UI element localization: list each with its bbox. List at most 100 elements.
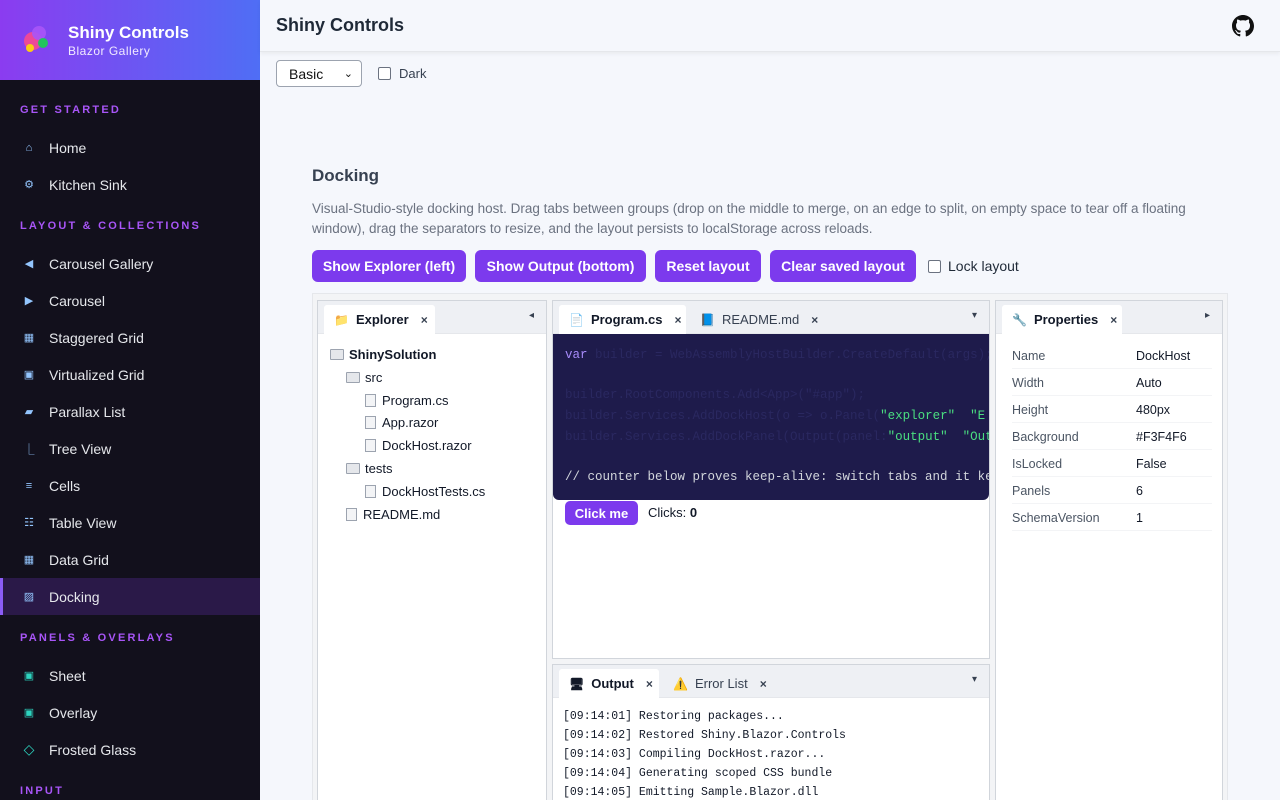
sidebar-item-label: Staggered Grid xyxy=(49,329,144,346)
close-icon[interactable]: × xyxy=(646,677,653,691)
output-panel: 🖥 Output × ⚠️ Error List × ▾ [09:14:01] … xyxy=(552,664,990,800)
reset-layout-button[interactable]: Reset layout xyxy=(655,250,761,282)
dark-mode-toggle[interactable]: Dark xyxy=(378,66,426,81)
theme-select-value: Basic xyxy=(289,65,324,82)
sidebar-item-data-grid[interactable]: ▦ Data Grid xyxy=(0,541,260,578)
code-string: "explorer" xyxy=(880,409,956,423)
tab-label: Properties xyxy=(1033,312,1099,327)
sidebar-item-label: Docking xyxy=(49,588,100,605)
tree-item[interactable]: ShinySolution xyxy=(330,345,436,363)
parallelogram-icon: ▰ xyxy=(24,406,34,418)
show-explorer-button[interactable]: Show Explorer (left) xyxy=(312,250,466,282)
properties-panel: 🔧 Properties × ▸ Name DockHost Width Auto … xyxy=(995,300,1223,800)
code-string: "Outpu xyxy=(962,430,989,444)
top-bar: Shiny Controls xyxy=(260,0,1280,52)
folder-icon: 📁 xyxy=(334,312,349,327)
table-icon: ☷ xyxy=(24,517,34,529)
property-key: Width xyxy=(1012,376,1044,390)
tree-item[interactable]: README.md xyxy=(346,505,440,523)
sidebar-item-label: Parallax List xyxy=(49,403,126,420)
log-line: [09:14:03] Compiling DockHost.razor... xyxy=(563,748,826,761)
lock-checkbox[interactable] xyxy=(928,259,941,273)
show-output-button[interactable]: Show Output (bottom) xyxy=(475,250,646,282)
tab-properties[interactable]: 🔧 Properties × xyxy=(1002,305,1122,334)
dark-checkbox[interactable] xyxy=(378,67,391,80)
collapse-left-icon[interactable]: ◂ xyxy=(529,310,534,321)
folder-icon xyxy=(330,348,344,360)
tab-output[interactable]: 🖥 Output × xyxy=(559,669,659,698)
tab-program-cs[interactable]: 📄 Program.cs × xyxy=(559,305,686,334)
sidebar-item-frosted-glass[interactable]: ◇ Frosted Glass xyxy=(0,731,260,768)
tab-menu-chevron-icon[interactable]: ▾ xyxy=(972,310,977,321)
tab-readme-md[interactable]: 📘 README.md × xyxy=(690,305,818,334)
sidebar-item-tree-view[interactable]: ⎿ Tree View xyxy=(0,430,260,467)
sidebar-item-home[interactable]: ⌂ Home xyxy=(0,129,260,166)
triangle-left-icon: ◀ xyxy=(24,258,34,270)
sidebar-item-label: Cells xyxy=(49,477,81,494)
folder-icon xyxy=(346,371,360,383)
tab-label: Program.cs xyxy=(590,312,663,327)
sidebar-item-kitchen-sink[interactable]: ⚙ Kitchen Sink xyxy=(0,166,260,203)
tree-item[interactable]: Program.cs xyxy=(365,391,448,409)
sidebar-item-staggered-grid[interactable]: ▦ Staggered Grid xyxy=(0,319,260,356)
theme-select[interactable]: Basic ⌄ xyxy=(276,60,362,87)
tab-explorer[interactable]: 📁 Explorer × xyxy=(324,305,435,334)
lines-icon: ≡ xyxy=(25,479,33,492)
sidebar-item-label: Tree View xyxy=(49,440,112,457)
tree-item[interactable]: App.razor xyxy=(365,413,438,431)
square-icon: ▣ xyxy=(23,369,35,381)
tab-error-list[interactable]: ⚠️ Error List × xyxy=(663,669,773,698)
close-icon[interactable]: × xyxy=(421,313,428,327)
dock-host: 📁 Explorer × ◂ ShinySolution src Program… xyxy=(312,293,1228,800)
code-editor[interactable]: var builder = WebAssemblyHostBuilder.Cre… xyxy=(553,334,989,500)
tab-menu-chevron-icon[interactable]: ▾ xyxy=(972,674,977,685)
page-title: Docking xyxy=(312,166,380,185)
warning-icon: ⚠️ xyxy=(673,676,688,691)
brand-header[interactable]: Shiny Controls Blazor Gallery xyxy=(0,0,260,80)
clear-saved-layout-button[interactable]: Clear saved layout xyxy=(770,250,916,282)
sidebar-item-cells[interactable]: ≡ Cells xyxy=(0,467,260,504)
sidebar-item-table-view[interactable]: ☷ Table View xyxy=(0,504,260,541)
sidebar-item-overlay[interactable]: ▣ Overlay xyxy=(0,694,260,731)
property-value: 480px xyxy=(1136,403,1171,417)
property-key: SchemaVersion xyxy=(1012,511,1100,525)
dark-label: Dark xyxy=(399,66,427,81)
lock-label: Lock layout xyxy=(948,258,1019,274)
property-key: Background xyxy=(1012,430,1079,444)
tree-item[interactable]: DockHost.razor xyxy=(365,436,472,454)
close-icon[interactable]: × xyxy=(760,677,767,691)
log-line: [09:14:05] Emitting Sample.Blazor.dll xyxy=(563,786,819,799)
sidebar-item-sheet[interactable]: ▣ Sheet xyxy=(0,657,260,694)
click-me-button[interactable]: Click me xyxy=(565,501,638,525)
code-text: builder.Services.AddDockHost(o => o.Pane… xyxy=(565,409,881,423)
gear-icon: ⚙ xyxy=(24,179,34,191)
property-key: IsLocked xyxy=(1012,457,1063,471)
tree-item-label: DockHostTests.cs xyxy=(382,483,486,499)
sidebar-item-parallax-list[interactable]: ▰ Parallax List xyxy=(0,393,260,430)
log-line: [09:14:01] Restoring packages... xyxy=(563,710,784,723)
tree-item[interactable]: tests xyxy=(346,459,392,477)
close-icon[interactable]: × xyxy=(675,313,682,327)
wrench-icon: 🔧 xyxy=(1012,312,1027,327)
close-icon[interactable]: × xyxy=(811,313,818,327)
sidebar-item-label: Data Grid xyxy=(49,551,109,568)
clicks-label: Clicks: xyxy=(648,505,687,520)
grid-icon: ▦ xyxy=(23,332,35,344)
sidebar-item-carousel-gallery[interactable]: ◀ Carousel Gallery xyxy=(0,245,260,282)
lock-layout-toggle[interactable]: Lock layout xyxy=(928,258,1019,274)
log-line: [09:14:04] Generating scoped CSS bundle xyxy=(563,767,833,780)
sidebar-item-label: Carousel Gallery xyxy=(49,255,154,272)
sidebar-item-label: Frosted Glass xyxy=(49,741,137,758)
code-text: builder.RootComponents.Add<App>("#app"); xyxy=(565,388,866,402)
collapse-right-icon[interactable]: ▸ xyxy=(1205,310,1210,321)
sidebar-item-carousel[interactable]: ▶ Carousel xyxy=(0,282,260,319)
code-string: "E xyxy=(970,409,986,423)
sidebar-item-docking[interactable]: ▨ Docking xyxy=(0,578,260,615)
tree-item[interactable]: src xyxy=(346,368,382,386)
sidebar-item-virtualized-grid[interactable]: ▣ Virtualized Grid xyxy=(0,356,260,393)
tree-item[interactable]: DockHostTests.cs xyxy=(365,482,485,500)
github-icon[interactable] xyxy=(1232,15,1254,37)
property-value: 6 xyxy=(1136,484,1143,498)
close-icon[interactable]: × xyxy=(1110,313,1117,327)
code-string: "output" xyxy=(887,430,948,444)
